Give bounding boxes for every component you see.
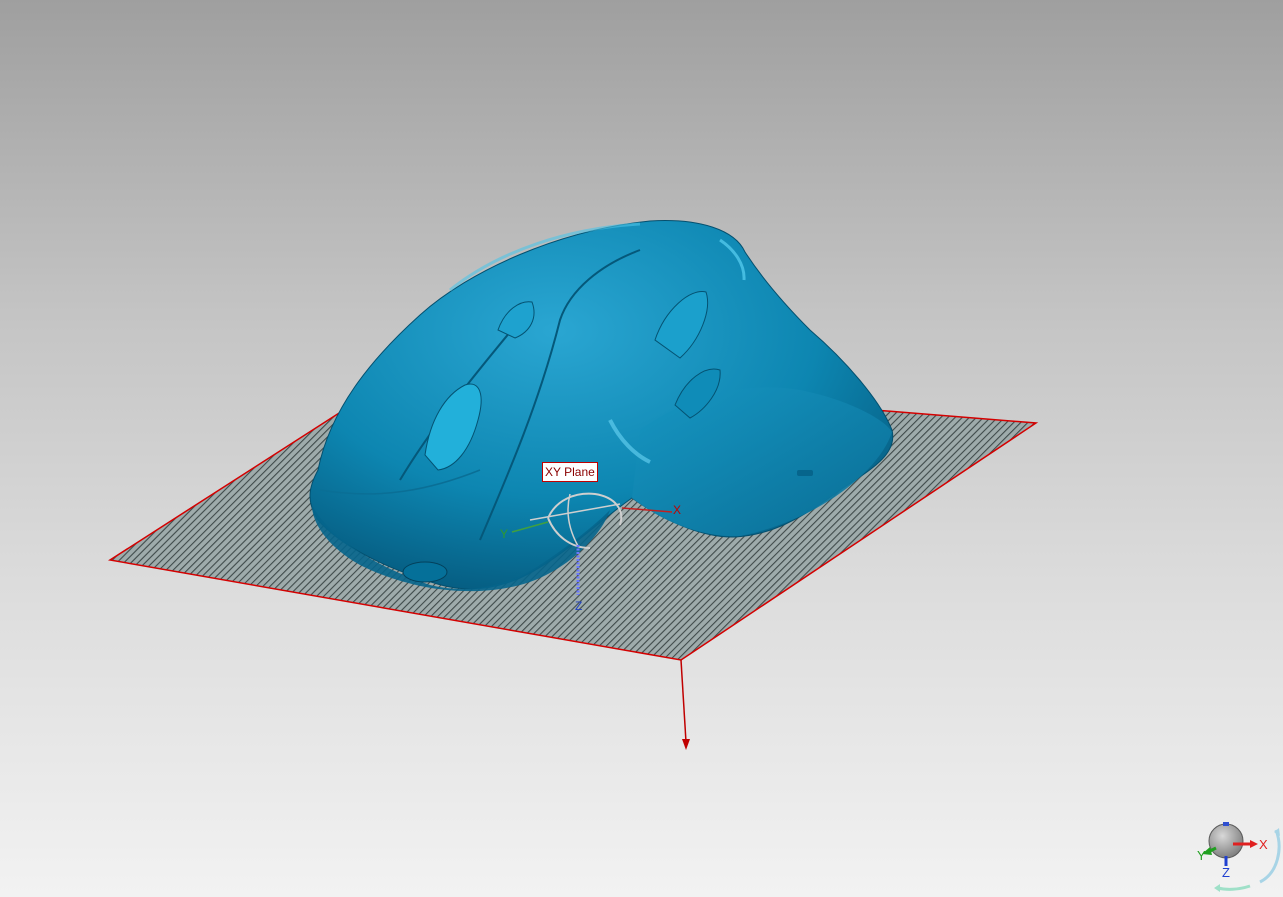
plane-name-label[interactable]: XY Plane bbox=[542, 462, 598, 482]
scene-canvas[interactable]: X Y Z bbox=[0, 0, 1283, 897]
gizmo-y-label: Y bbox=[500, 527, 508, 541]
gizmo-x-label: X bbox=[673, 503, 681, 517]
gizmo-z-label: Z bbox=[575, 599, 582, 613]
triad-z-label: Z bbox=[1222, 865, 1230, 880]
triad-x-label: X bbox=[1259, 837, 1268, 852]
view-orientation-triad-icon[interactable]: X Y Z bbox=[1188, 818, 1283, 897]
plane-normal-arrow bbox=[680, 659, 690, 750]
triad-y-label: Y bbox=[1197, 848, 1206, 863]
3d-viewport[interactable]: X Y Z XY Plane X Y Z bbox=[0, 0, 1283, 897]
